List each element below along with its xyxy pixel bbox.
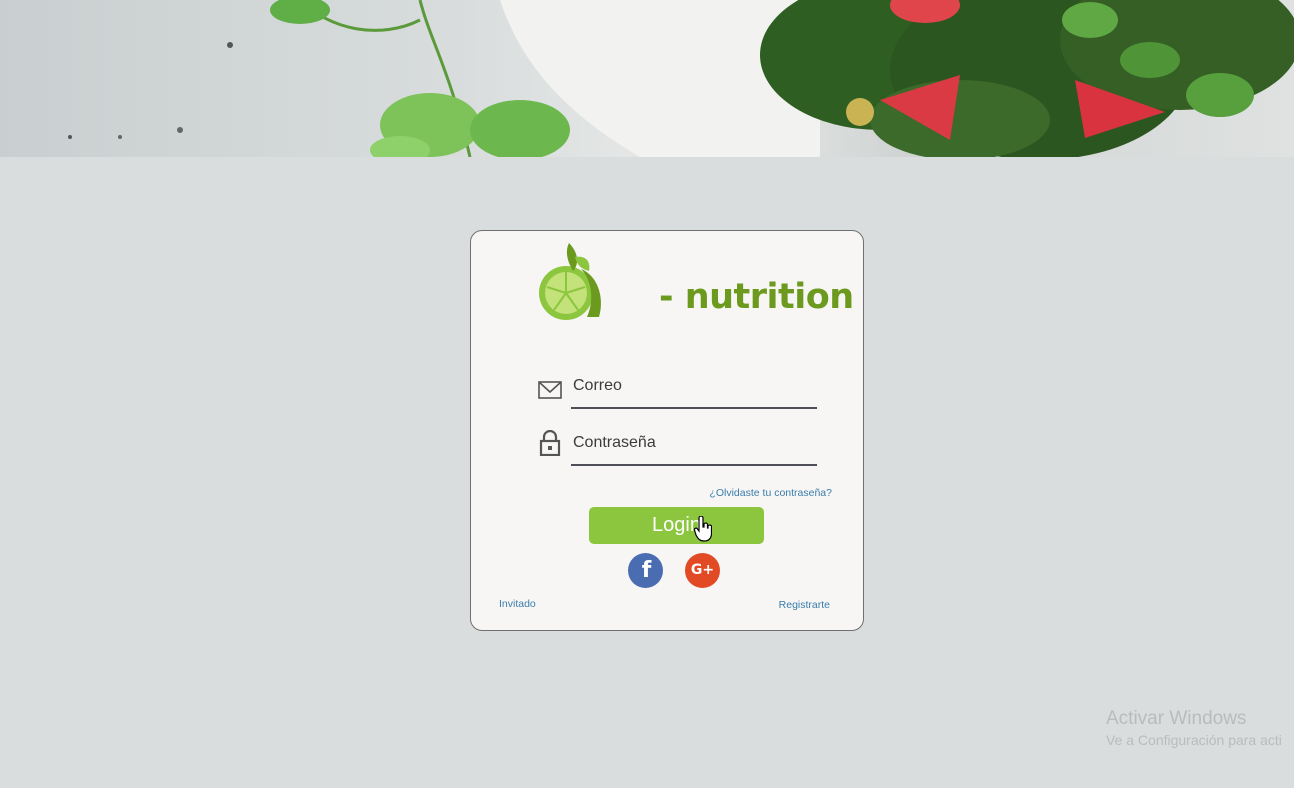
hero-banner xyxy=(0,0,1294,157)
salad-banner-image xyxy=(68,0,1294,157)
envelope-icon xyxy=(538,381,562,399)
login-button[interactable]: Login xyxy=(589,507,764,544)
email-field xyxy=(537,365,819,411)
watermark-title: Activar Windows xyxy=(1106,708,1247,729)
lock-icon xyxy=(539,430,561,456)
password-input[interactable] xyxy=(571,422,817,466)
password-field xyxy=(537,422,819,468)
lime-logo-icon xyxy=(539,243,601,320)
forgot-password-link[interactable]: ¿Olvidaste tu contraseña? xyxy=(709,487,832,499)
register-link[interactable]: Registrarte xyxy=(779,599,830,611)
login-page: - nutrition ¿Olvidaste tu contraseña? Lo… xyxy=(0,0,1294,788)
windows-activation-watermark: Activar Windows Ve a Configuración para … xyxy=(1106,708,1282,748)
login-card: - nutrition ¿Olvidaste tu contraseña? Lo… xyxy=(470,230,864,631)
brand-name: - nutrition xyxy=(659,277,854,317)
google-plus-icon: G+ xyxy=(690,562,715,578)
facebook-login-button[interactable]: f xyxy=(628,553,663,588)
facebook-icon: f xyxy=(641,558,652,583)
guest-link[interactable]: Invitado xyxy=(499,598,536,610)
watermark-subtitle: Ve a Configuración para acti xyxy=(1106,732,1282,748)
email-input[interactable] xyxy=(571,365,817,409)
brand-logo: - nutrition xyxy=(539,239,854,323)
google-login-button[interactable]: G+ xyxy=(685,553,720,588)
